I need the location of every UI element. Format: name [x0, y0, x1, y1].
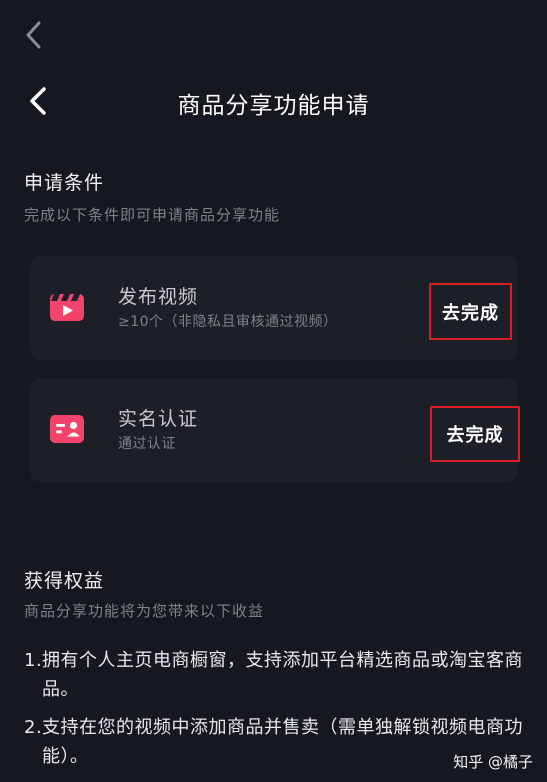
watermark-text: 知乎 @橘子 — [453, 753, 533, 771]
benefit-number: 2. — [24, 717, 43, 738]
benefit-item: 2. 支持在您的视频中添加商品并售卖（需单独解锁视频电商功能）。 — [24, 713, 524, 771]
page-header: 商品分享功能申请 — [0, 76, 547, 126]
benefit-item: 1. 拥有个人主页电商橱窗，支持添加平台精选商品或淘宝客商品。 — [24, 646, 524, 704]
page-title: 商品分享功能申请 — [177, 93, 370, 119]
benefit-text: 拥有个人主页电商橱窗，支持添加平台精选商品或淘宝客商品。 — [42, 650, 523, 700]
condition-desc: ≥10个（非隐私且审核通过视频） — [118, 314, 338, 330]
condition-desc: 通过认证 — [118, 436, 176, 452]
conditions-title: 申请条件 — [24, 172, 105, 194]
outer-back-button[interactable] — [22, 18, 46, 52]
video-clapper-icon — [48, 290, 86, 324]
benefit-number: 1. — [24, 650, 43, 671]
complete-publish-video-button[interactable]: 去完成 — [429, 283, 512, 340]
back-chevron-icon — [26, 21, 41, 49]
watermark: 知乎 @橘子 — [453, 751, 533, 772]
benefits-title: 获得权益 — [24, 570, 105, 592]
benefit-text: 支持在您的视频中添加商品并售卖（需单独解锁视频电商功能）。 — [42, 717, 523, 767]
condition-title: 实名认证 — [118, 408, 199, 430]
complete-real-name-button[interactable]: 去完成 — [430, 406, 520, 462]
conditions-subtitle: 完成以下条件即可申请商品分享功能 — [24, 206, 281, 224]
id-card-icon — [48, 412, 86, 446]
benefits-subtitle: 商品分享功能将为您带来以下收益 — [24, 602, 265, 620]
condition-title: 发布视频 — [118, 286, 199, 308]
